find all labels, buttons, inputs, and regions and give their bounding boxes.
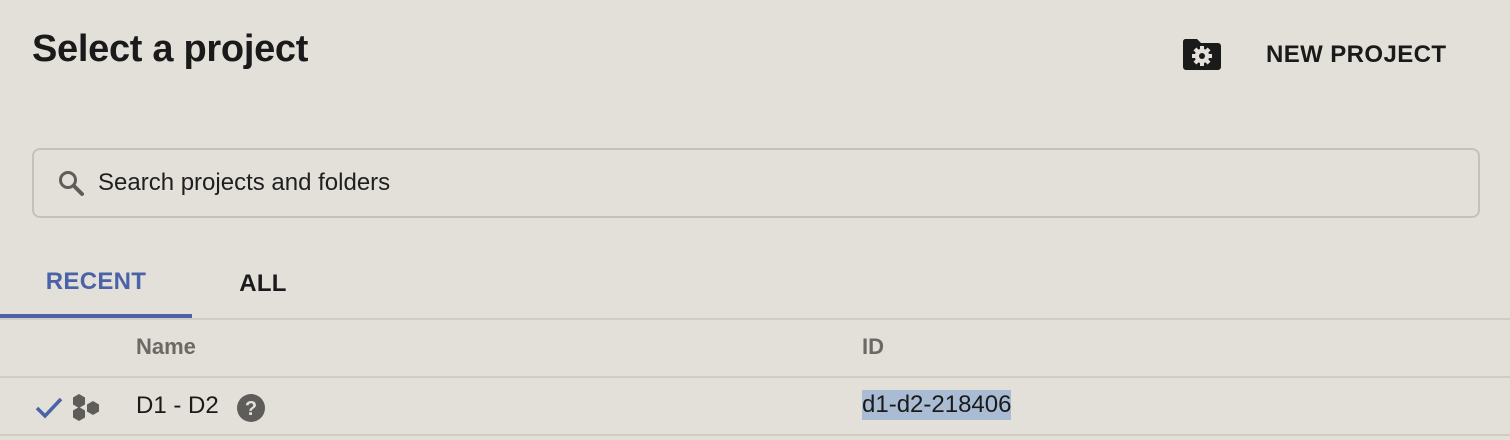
project-icon [70,393,102,421]
folder-gear-icon [1182,39,1221,70]
tab-recent[interactable]: RECENT [0,250,192,318]
search-icon [56,168,86,198]
table-row[interactable]: D1 - D2 ? d1-d2-218406 [0,378,1510,436]
project-name: D1 - D2 [136,392,219,419]
check-icon [34,393,64,421]
select-project-dialog: Select a project NEW PROJECT Search proj… [0,0,1510,440]
tab-all[interactable]: ALL [192,250,334,318]
manage-resources-button[interactable] [1176,34,1228,74]
search-field[interactable] [32,148,1480,218]
project-id: d1-d2-218406 [862,390,1012,420]
column-header-id[interactable]: ID [862,334,884,360]
help-icon[interactable]: ? [236,393,266,423]
column-header-name[interactable]: Name [136,334,196,360]
search-input[interactable] [98,169,1398,197]
table-header: Name ID [0,320,1510,378]
tab-bar: RECENT ALL [0,250,1510,320]
new-project-button[interactable]: NEW PROJECT [1250,34,1462,76]
svg-text:?: ? [245,398,257,420]
dialog-title: Select a project [32,28,309,70]
